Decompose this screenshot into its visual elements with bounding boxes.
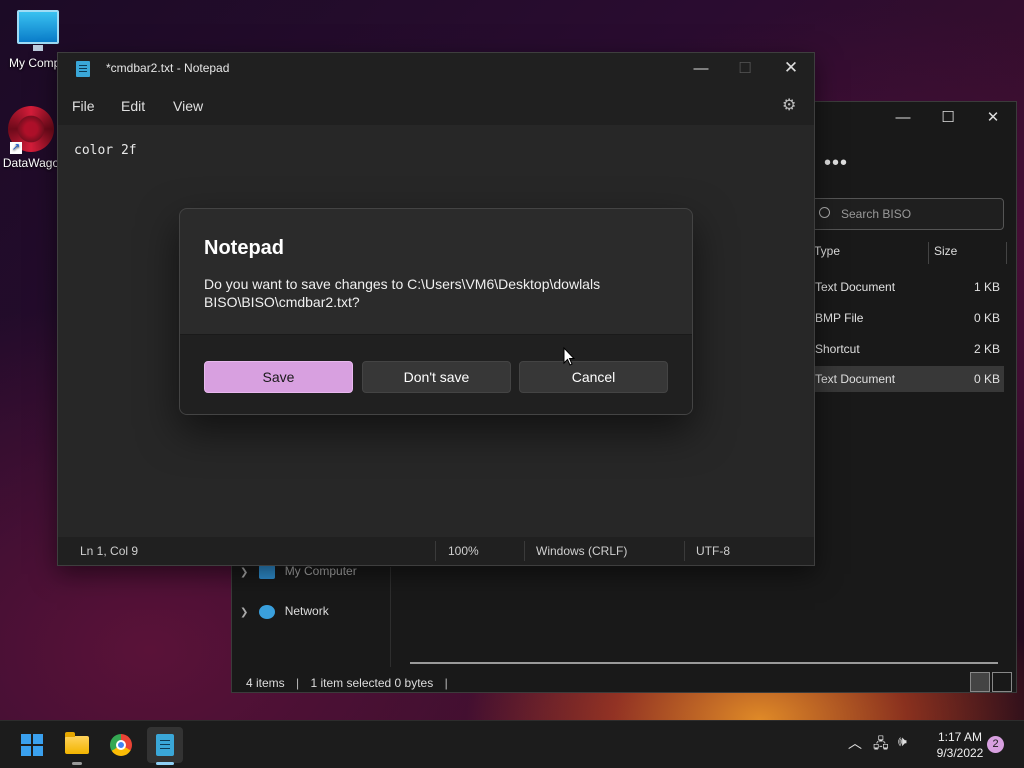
close-icon: ✕ — [986, 109, 1000, 126]
file-row[interactable]: Text Document 1 KB — [814, 274, 1004, 300]
search-placeholder: Search BISO — [841, 207, 912, 221]
search-input[interactable]: Search BISO — [810, 198, 1004, 230]
column-divider[interactable] — [1006, 242, 1007, 264]
line-ending: Windows (CRLF) — [536, 544, 628, 558]
chevron-right-icon: ❯ — [240, 607, 249, 618]
computer-icon — [17, 10, 59, 51]
file-size: 0 KB — [973, 372, 1000, 386]
network-icon — [259, 604, 276, 619]
start-icon — [21, 734, 43, 756]
status-separator: | — [296, 676, 300, 690]
datawagon-icon: ↗ — [8, 106, 54, 154]
window-title: *cmdbar2.txt - Notepad — [106, 61, 230, 75]
selection-info: 1 item selected 0 bytes — [310, 676, 434, 690]
volume-tray-button[interactable]: 🕪 — [898, 733, 907, 750]
gear-icon: ⚙ — [782, 97, 797, 114]
more-options-button[interactable]: ••• — [824, 152, 848, 175]
computer-icon — [259, 564, 276, 579]
nav-item-network[interactable]: ❯ Network — [240, 604, 329, 619]
notepad-status-bar: Ln 1, Col 9 100% Windows (CRLF) UTF-8 — [58, 537, 814, 565]
taskbar-file-explorer[interactable] — [59, 727, 95, 765]
file-type: BMP File — [815, 311, 864, 325]
start-button[interactable] — [14, 727, 50, 763]
explorer-status-bar: 4 items | 1 item selected 0 bytes | — [246, 676, 456, 690]
save-button[interactable]: Save — [204, 361, 353, 393]
nav-item-my-computer[interactable]: ❯ My Computer — [240, 564, 357, 579]
status-divider — [684, 541, 685, 561]
item-count: 4 items — [246, 676, 285, 690]
taskbar-chrome[interactable] — [103, 727, 139, 763]
status-divider — [435, 541, 436, 561]
shortcut-arrow-icon: ↗ — [10, 142, 22, 154]
maximize-button[interactable]: ☐ — [722, 53, 768, 83]
minimize-button[interactable]: — — [880, 102, 926, 132]
file-row[interactable]: BMP File 0 KB — [814, 305, 1004, 331]
editor-content[interactable]: color 2f — [74, 143, 137, 158]
speaker-icon: 🕪 — [898, 733, 907, 749]
zoom-level: 100% — [448, 544, 479, 558]
nav-pane-divider — [390, 567, 391, 667]
file-size: 1 KB — [973, 280, 1000, 294]
nav-item-label: Network — [284, 604, 329, 618]
taskbar-notepad[interactable] — [147, 727, 183, 765]
network-tray-button[interactable]: 🖧 — [873, 733, 889, 757]
status-divider — [524, 541, 525, 561]
file-type: Shortcut — [815, 342, 860, 356]
mouse-cursor-icon — [563, 347, 575, 366]
notification-badge[interactable]: 2 — [987, 736, 1004, 753]
clock-date: 9/3/2022 — [936, 746, 984, 760]
column-header-type[interactable]: Type — [814, 244, 840, 258]
status-separator: | — [444, 676, 448, 690]
running-indicator — [72, 762, 82, 765]
menu-edit[interactable]: Edit — [121, 98, 145, 114]
close-button[interactable]: ✕ — [768, 53, 814, 83]
file-explorer-icon — [65, 732, 89, 754]
search-icon — [819, 207, 830, 218]
dialog-message: Do you want to save changes to C:\Users\… — [204, 276, 601, 310]
maximize-icon: ☐ — [738, 60, 752, 77]
settings-button[interactable]: ⚙ — [782, 95, 796, 115]
running-indicator — [156, 762, 174, 765]
minimize-button[interactable]: — — [678, 53, 724, 83]
dialog-footer: Save Don't save Cancel — [180, 334, 692, 414]
network-icon: 🖧 — [873, 735, 889, 751]
save-changes-dialog[interactable]: Notepad Do you want to save changes to C… — [179, 208, 693, 415]
details-view-button[interactable] — [970, 672, 990, 692]
menu-file[interactable]: File — [72, 98, 95, 114]
menu-view[interactable]: View — [173, 98, 203, 114]
close-button[interactable]: ✕ — [970, 102, 1016, 132]
encoding: UTF-8 — [696, 544, 730, 558]
file-size: 2 KB — [973, 342, 1000, 356]
file-size: 0 KB — [973, 311, 1000, 325]
taskbar: ︿ 🖧 🕪 1:17 AM 9/3/2022 2 — [0, 720, 1024, 768]
file-type: Text Document — [815, 372, 896, 386]
file-type: Text Document — [815, 280, 896, 294]
column-divider[interactable] — [928, 242, 929, 264]
minimize-icon: — — [895, 108, 911, 126]
dialog-title: Notepad — [204, 237, 284, 259]
column-header-size[interactable]: Size — [934, 244, 957, 258]
notepad-icon — [156, 734, 174, 756]
dont-save-button[interactable]: Don't save — [362, 361, 511, 393]
maximize-button[interactable]: ☐ — [925, 102, 971, 132]
chevron-up-icon: ︿ — [848, 735, 862, 751]
minimize-icon: — — [693, 59, 709, 77]
close-icon: ✕ — [783, 58, 799, 77]
taskbar-clock[interactable]: 1:17 AM 9/3/2022 — [928, 729, 992, 761]
clock-time: 1:17 AM — [937, 730, 983, 744]
maximize-icon: ☐ — [941, 109, 955, 126]
notepad-icon — [76, 61, 90, 77]
file-row[interactable]: Shortcut 2 KB — [814, 336, 1004, 362]
chevron-right-icon: ❯ — [240, 567, 249, 578]
cursor-position: Ln 1, Col 9 — [80, 544, 139, 558]
tiles-view-button[interactable] — [992, 672, 1012, 692]
cancel-button[interactable]: Cancel — [519, 361, 668, 393]
chrome-icon — [110, 734, 132, 756]
show-hidden-icons-button[interactable]: ︿ — [848, 733, 862, 753]
horizontal-scrollbar[interactable] — [410, 662, 998, 664]
file-row-selected[interactable]: Text Document 0 KB — [814, 366, 1004, 392]
nav-item-label: My Computer — [284, 564, 357, 578]
